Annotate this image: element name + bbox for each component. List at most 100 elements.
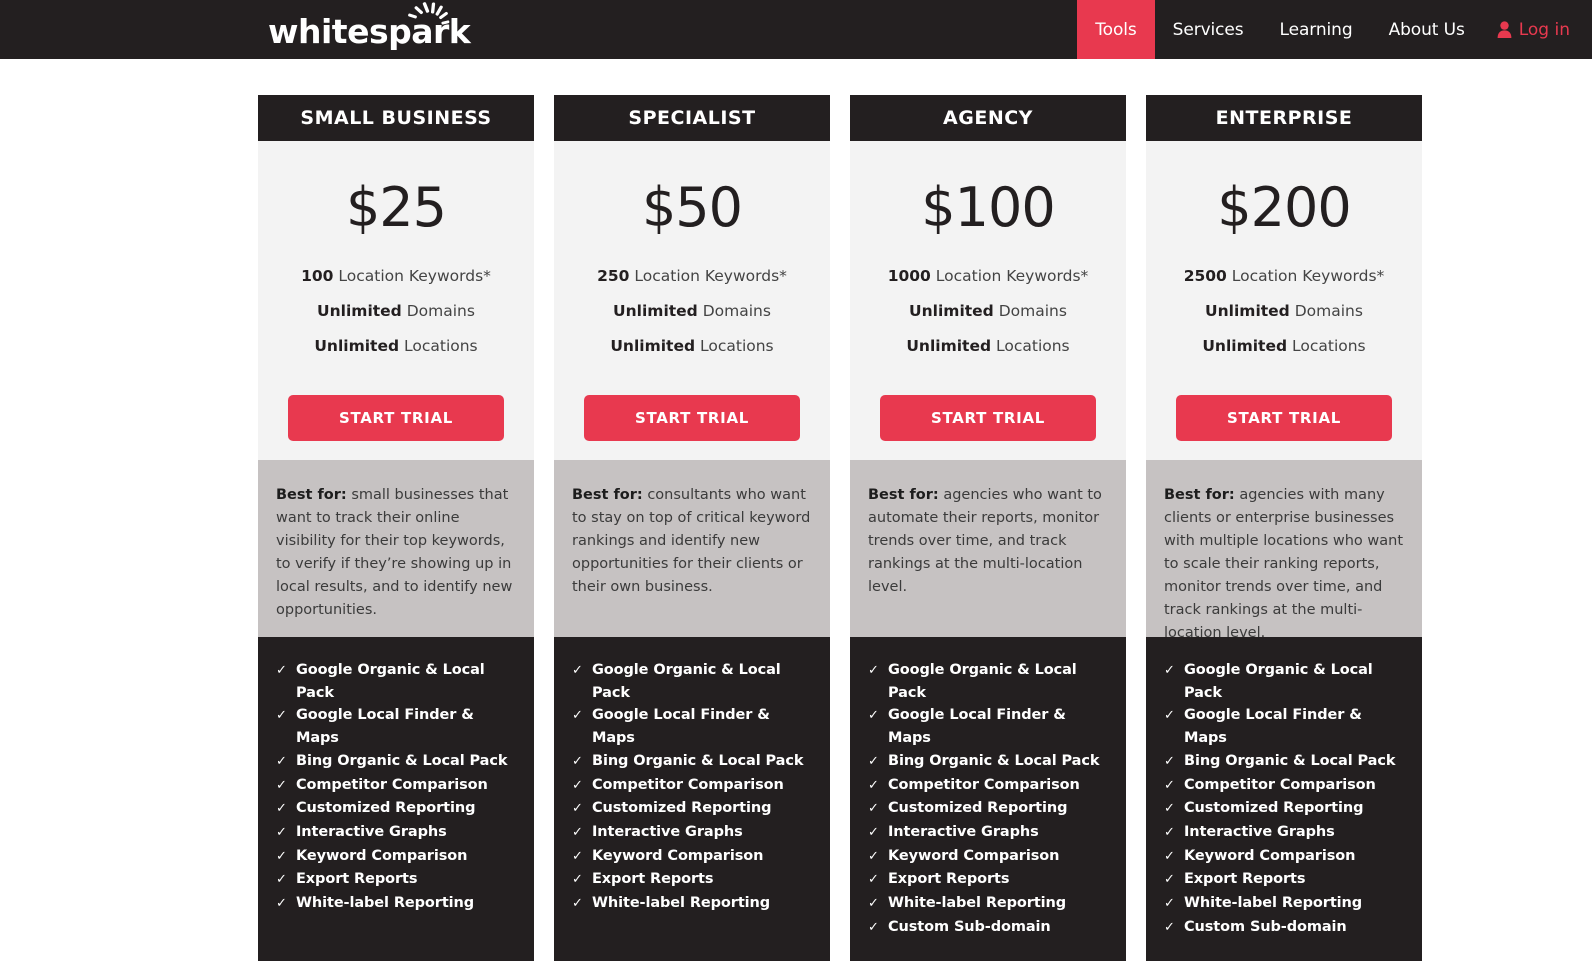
login-link[interactable]: Log in: [1483, 0, 1592, 59]
main-nav: Tools Services Learning About Us Log in: [1077, 0, 1592, 59]
feature-label: Competitor Comparison: [592, 776, 784, 793]
feature-item: ✓ Competitor Comparison: [1164, 774, 1408, 798]
feature-item: ✓ Interactive Graphs: [868, 821, 1112, 845]
start-trial-button-small-business[interactable]: START TRIAL: [288, 395, 504, 441]
feature-label: Customized Reporting: [888, 800, 1068, 817]
best-for-label: Best for:: [572, 487, 643, 503]
plan-spec-label: Locations: [991, 337, 1070, 355]
start-trial-button-specialist[interactable]: START TRIAL: [584, 395, 800, 441]
nav-item-about-us[interactable]: About Us: [1371, 0, 1483, 59]
plan-spec-label: Location Keywords*: [1226, 267, 1385, 285]
check-icon: ✓: [868, 896, 879, 912]
plan-description-enterprise: Best for: agencies with many clients or …: [1146, 460, 1422, 641]
plan-description-agency: Best for: agencies who want to automate …: [850, 460, 1126, 637]
feature-item: ✓ Interactive Graphs: [276, 821, 520, 845]
feature-item: ✓ Interactive Graphs: [572, 821, 816, 845]
best-for-label: Best for:: [868, 487, 939, 503]
feature-label: Interactive Graphs: [1184, 823, 1335, 840]
feature-label: Bing Organic & Local Pack: [888, 752, 1100, 769]
plan-spec-value: Unlimited: [317, 302, 402, 320]
check-icon: ✓: [1164, 708, 1175, 724]
check-icon: ✓: [1164, 663, 1175, 678]
feature-item: ✓ Export Reports: [868, 868, 1112, 892]
check-icon: ✓: [868, 824, 879, 840]
check-icon: ✓: [276, 848, 287, 864]
plan-spec-value: Unlimited: [909, 302, 994, 320]
nav-item-learning[interactable]: Learning: [1262, 0, 1371, 59]
feature-label: Keyword Comparison: [296, 847, 468, 864]
feature-item: ✓ Bing Organic & Local Pack: [276, 750, 520, 774]
plan-spec-label: Locations: [1287, 337, 1366, 355]
nav-item-tools-label: Tools: [1095, 19, 1137, 40]
check-icon: ✓: [276, 708, 287, 724]
plan-spec-agency-1: Unlimited Domains: [864, 294, 1112, 329]
check-icon: ✓: [868, 848, 879, 864]
feature-item: ✓ Keyword Comparison: [572, 845, 816, 869]
nav-item-services-label: Services: [1172, 19, 1244, 40]
feature-item: ✓ White-label Reporting: [276, 892, 520, 916]
plan-spec-value: Unlimited: [610, 337, 696, 355]
feature-item: ✓ Customized Reporting: [572, 797, 816, 821]
feature-label: Export Reports: [1184, 871, 1306, 888]
best-for-text: small businesses that want to track thei…: [276, 487, 513, 618]
start-trial-button-enterprise[interactable]: START TRIAL: [1176, 395, 1392, 441]
check-icon: ✓: [868, 777, 879, 793]
login-label: Log in: [1518, 19, 1570, 40]
check-icon: ✓: [276, 753, 287, 769]
nav-item-learning-label: Learning: [1279, 19, 1353, 40]
plan-spec-label: Domains: [401, 302, 475, 320]
plan-card-enterprise: ENTERPRISE $200 2500 Location Keywords* Unl…: [1146, 95, 1422, 961]
feature-item: ✓ Google Local Finder & Maps: [1164, 704, 1408, 749]
feature-label: Export Reports: [888, 871, 1010, 888]
feature-label: Google Organic & Local Pack: [296, 662, 485, 701]
feature-item: ✓ Google Organic & Local Pack: [1164, 659, 1408, 704]
feature-item: ✓ Bing Organic & Local Pack: [868, 750, 1112, 774]
nav-item-services[interactable]: Services: [1155, 0, 1262, 59]
plan-spec-specialist-1: Unlimited Domains: [568, 294, 816, 329]
plan-spec-value: Unlimited: [314, 337, 400, 355]
feature-item: ✓ Competitor Comparison: [276, 774, 520, 798]
best-for-text: agencies who want to automate their repo…: [868, 487, 1102, 595]
check-icon: ✓: [572, 872, 583, 888]
check-icon: ✓: [572, 824, 583, 840]
nav-item-about-us-label: About Us: [1388, 19, 1465, 40]
plan-body-enterprise: $200 2500 Location Keywords* Unlimited Dom…: [1146, 141, 1422, 460]
check-icon: ✓: [572, 848, 583, 864]
feature-label: Google Local Finder & Maps: [1184, 707, 1362, 747]
plan-spec-value: Unlimited: [1202, 337, 1288, 355]
feature-label: Customized Reporting: [592, 800, 772, 817]
best-for-label: Best for:: [276, 487, 347, 503]
check-icon: ✓: [868, 801, 879, 817]
nav-item-tools[interactable]: Tools: [1077, 0, 1155, 59]
feature-label: Competitor Comparison: [1184, 776, 1376, 793]
feature-label: Interactive Graphs: [296, 823, 447, 840]
feature-item: ✓ Keyword Comparison: [1164, 845, 1408, 869]
plan-spec-value: Unlimited: [906, 337, 992, 355]
plan-description-specialist: Best for: consultants who want to stay o…: [554, 460, 830, 637]
plan-card-agency: AGENCY $100 1000 Location Keywords* Unlimit…: [850, 95, 1126, 961]
start-trial-button-agency[interactable]: START TRIAL: [880, 395, 1096, 441]
plan-body-specialist: $50 250 Location Keywords* Unlimited Domai…: [554, 141, 830, 460]
brand-logo[interactable]: whitespark: [268, 2, 471, 52]
plan-spec-value: 2500: [1183, 267, 1227, 285]
feature-label: Keyword Comparison: [1184, 847, 1356, 864]
plan-spec-specialist-2: Unlimited Locations: [568, 329, 816, 364]
plan-spec-value: 100: [301, 267, 334, 285]
feature-label: Custom Sub-domain: [888, 918, 1051, 935]
site-header: whitespark Tools Services Learning About…: [0, 0, 1592, 59]
plan-spec-label: Locations: [399, 337, 478, 355]
plan-spec-label: Domains: [993, 302, 1067, 320]
feature-label: Keyword Comparison: [888, 847, 1060, 864]
check-icon: ✓: [276, 663, 287, 678]
plan-price-enterprise: $200: [1217, 176, 1351, 239]
check-icon: ✓: [276, 896, 287, 912]
check-icon: ✓: [1164, 919, 1175, 935]
plan-spec-label: Location Keywords*: [333, 267, 491, 285]
plan-spec-value: Unlimited: [613, 302, 698, 320]
spark-icon: [403, 2, 451, 32]
feature-label: Google Local Finder & Maps: [888, 707, 1066, 747]
check-icon: ✓: [276, 801, 287, 817]
plan-spec-value: 250: [597, 267, 630, 285]
feature-label: Bing Organic & Local Pack: [592, 752, 804, 769]
plan-spec-small-business-0: 100 Location Keywords*: [272, 259, 520, 294]
